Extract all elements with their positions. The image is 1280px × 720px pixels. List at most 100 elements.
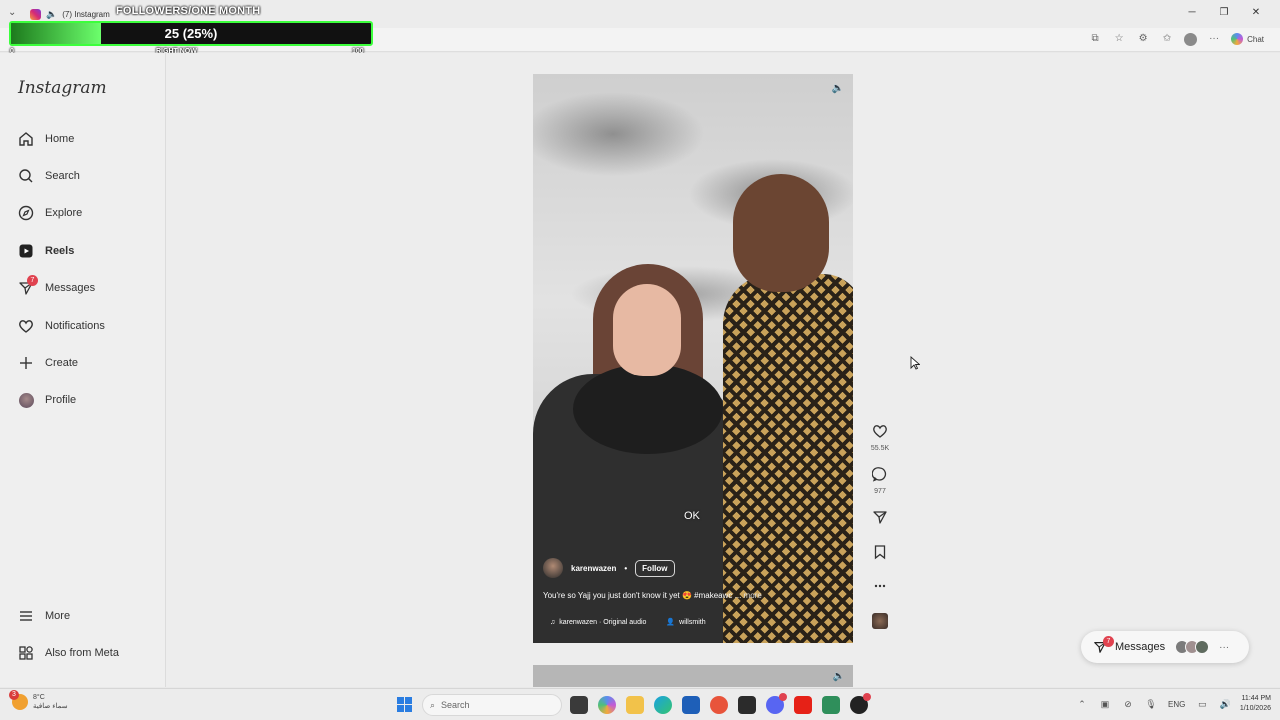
sidebar-item-label: More: [45, 610, 71, 622]
author-separator: •: [624, 563, 628, 573]
terminal-green-app-icon[interactable]: [822, 696, 840, 714]
mute-toggle-icon[interactable]: 🔈: [831, 82, 845, 96]
sidebar-item-label: Create: [45, 357, 79, 369]
sidebar-item-messages[interactable]: 7 Messages: [18, 275, 96, 300]
sidebar-item-label: Home: [45, 133, 75, 145]
messages-pill-more: ···: [1219, 641, 1230, 653]
author-username[interactable]: karenwazen: [571, 564, 616, 573]
sidebar-item-search[interactable]: Search: [18, 164, 80, 188]
tab-audio-icon[interactable]: 🔈: [46, 9, 57, 20]
close-window-button[interactable]: ✕: [1240, 4, 1272, 22]
sidebar-item-home[interactable]: Home: [18, 127, 74, 151]
network-off-icon[interactable]: ⊘: [1122, 698, 1134, 710]
search-icon: ⌕: [430, 699, 436, 710]
more-dots-icon: [872, 581, 888, 598]
taskbar-search-placeholder: Search: [441, 700, 470, 710]
sidebar-item-reels[interactable]: Reels: [18, 239, 74, 263]
reel-person-left-fur-collar: [573, 364, 723, 454]
send-icon: [872, 511, 888, 529]
app-available-icon[interactable]: ⧉: [1088, 32, 1102, 46]
reels-icon: [18, 243, 34, 259]
windows-start-icon[interactable]: [397, 697, 412, 712]
instagram-favicon-icon: [30, 8, 41, 20]
chevron-up-icon[interactable]: ⌃: [1076, 698, 1088, 710]
microphone-icon[interactable]: 🎙: [1145, 698, 1157, 710]
like-button[interactable]: 55.5K: [869, 423, 891, 452]
reel-overlay-text: OK: [684, 510, 700, 522]
instagram-logo[interactable]: Instagram: [18, 78, 107, 98]
original-audio-button[interactable]: [869, 613, 891, 629]
messages-pill-badge: 7: [1103, 636, 1114, 647]
reel-caption-text: You're so Yajj you just don't know it ye…: [543, 591, 742, 600]
compass-icon: [18, 205, 34, 221]
floating-messages-button[interactable]: 7 Messages ···: [1081, 631, 1249, 663]
language-indicator[interactable]: ENG: [1168, 700, 1185, 709]
taskbar-search[interactable]: ⌕ Search: [422, 694, 562, 716]
taskbar-clock[interactable]: 11:44 PM 1/10/2026: [1225, 694, 1271, 714]
comment-icon: [871, 467, 888, 486]
reel-caption: You're so Yajj you just don't know it ye…: [543, 591, 843, 600]
next-reel-mute-icon[interactable]: 🔈: [833, 671, 845, 682]
sidebar-item-explore[interactable]: Explore: [18, 201, 82, 225]
sidebar-item-label: Notifications: [45, 320, 105, 332]
follow-button[interactable]: Follow: [635, 559, 675, 577]
browser-menu-icon[interactable]: ···: [1207, 32, 1221, 46]
plus-icon: [18, 355, 34, 371]
followers-progress-value: 25 (25%): [164, 26, 218, 41]
sidebar-item-label: Also from Meta: [45, 647, 119, 659]
comment-button[interactable]: 977: [869, 466, 891, 495]
sidebar-item-profile[interactable]: Profile: [18, 388, 76, 412]
reel-audio-link[interactable]: ♫ karenwazen · Original audio: [550, 618, 646, 626]
edge-browser-icon[interactable]: [654, 696, 672, 714]
author-avatar[interactable]: [543, 558, 563, 578]
tray-app-icon[interactable]: ▣: [1099, 698, 1111, 710]
youtube-app-icon[interactable]: [794, 696, 812, 714]
heart-icon: [872, 425, 888, 443]
favorite-star-icon[interactable]: ☆: [1112, 32, 1126, 46]
display-icon[interactable]: ▭: [1196, 698, 1208, 710]
copilot-icon: [1231, 33, 1244, 45]
browser-profile-avatar[interactable]: [1184, 32, 1198, 46]
copilot-app-icon[interactable]: [598, 696, 616, 714]
heart-icon: [18, 318, 34, 334]
terminal-app-icon[interactable]: [570, 696, 588, 714]
recorder-app-icon[interactable]: [710, 696, 728, 714]
kick-app-icon[interactable]: [738, 696, 756, 714]
discord-app-icon[interactable]: [766, 693, 787, 714]
extensions-icon[interactable]: ⚙: [1136, 32, 1150, 46]
sidebar-item-label: Messages: [45, 282, 96, 294]
file-explorer-icon[interactable]: [626, 696, 644, 714]
sidebar-item-label: Search: [45, 170, 80, 182]
caption-more-link[interactable]: more: [744, 591, 762, 600]
next-reel-preview[interactable]: 🔈: [533, 665, 853, 687]
save-button[interactable]: [869, 544, 891, 565]
restore-button[interactable]: ❐: [1208, 4, 1240, 22]
minimize-button[interactable]: ─: [1176, 4, 1208, 22]
sidebar-item-also-from-meta[interactable]: Also from Meta: [18, 641, 119, 665]
steam-app-icon[interactable]: [850, 693, 871, 714]
weather-sun-icon: 3: [9, 690, 28, 710]
copilot-chat-button[interactable]: Chat: [1231, 33, 1264, 45]
messenger-icon: 7: [18, 275, 38, 296]
reel-person-right-head: [733, 174, 829, 292]
chat-label: Chat: [1247, 34, 1264, 44]
sidebar-item-notifications[interactable]: Notifications: [18, 314, 105, 338]
weather-widget[interactable]: 3 8°C سماء صافية: [9, 690, 68, 711]
share-button[interactable]: [869, 509, 891, 530]
reel-person-left-face: [613, 284, 681, 376]
store-app-icon[interactable]: [682, 696, 700, 714]
followers-goal-title: FOLLOWERS/ONE MONTH: [116, 5, 261, 17]
weather-text: 8°C سماء صافية: [33, 693, 68, 711]
taskbar-apps: [570, 693, 871, 714]
system-tray: ⌃ ▣ ⊘ 🎙 ENG ▭ 🔊: [1076, 698, 1231, 710]
tab-list-chevron-icon[interactable]: ⌄: [8, 7, 20, 19]
sidebar-item-create[interactable]: Create: [18, 351, 78, 375]
steam-badge: [863, 693, 871, 701]
more-options-button[interactable]: [869, 578, 891, 599]
mouse-cursor-icon: [910, 356, 920, 370]
weather-temp: 8°C: [33, 694, 45, 701]
favorites-icon[interactable]: ✩: [1160, 32, 1174, 46]
reel-tagged-user[interactable]: 👤 willsmith: [666, 618, 705, 627]
sidebar-item-more[interactable]: More: [18, 604, 70, 628]
reel-video[interactable]: 🔈 OK karenwazen • Follow You're so Yajj …: [533, 74, 853, 643]
